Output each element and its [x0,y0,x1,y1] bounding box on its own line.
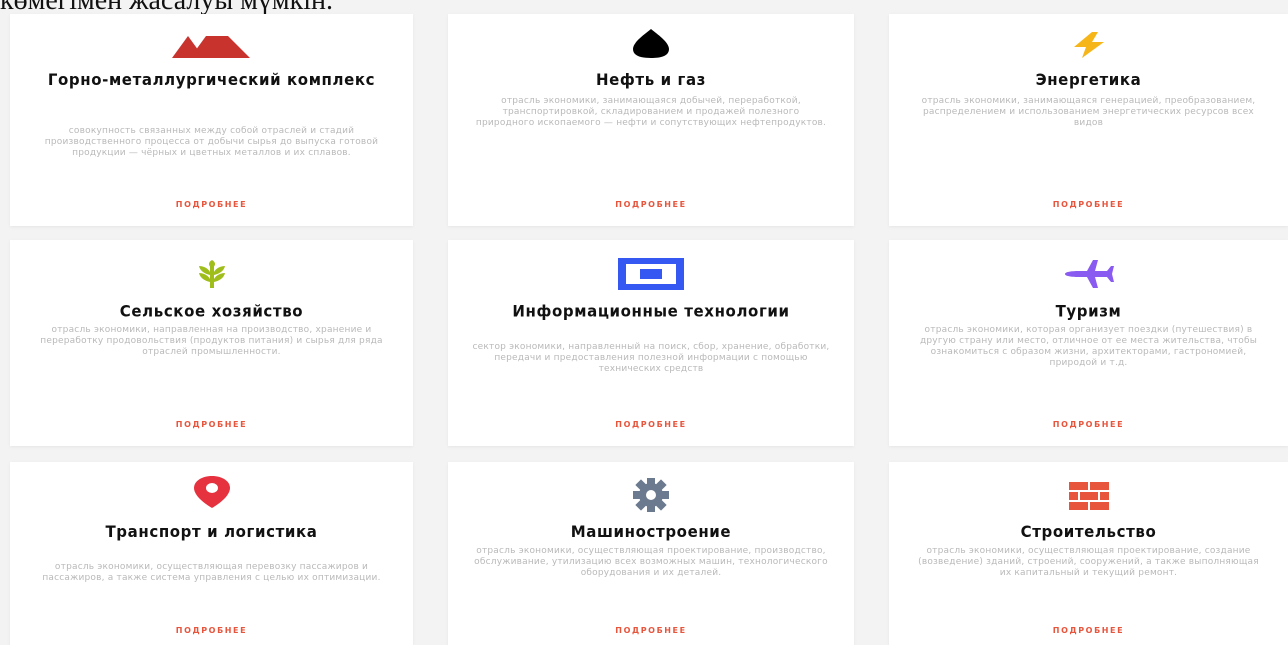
card-title: Транспорт и логистика [105,522,318,542]
more-link[interactable]: ПОДРОБНЕЕ [448,420,854,429]
more-link[interactable]: ПОДРОБНЕЕ [889,626,1288,635]
bricks-icon [1068,482,1109,510]
card-machinery[interactable]: Машиностроение отрасль экономики, осущес… [448,462,854,645]
card-transport[interactable]: Транспорт и логистика отрасль экономики,… [10,462,413,645]
gear-icon [633,478,669,512]
more-link[interactable]: ПОДРОБНЕЕ [889,420,1288,429]
monitor-icon [618,258,684,290]
card-description: отрасль экономики, осуществляющая проект… [474,546,828,578]
card-agriculture[interactable]: Сельское хозяйство отрасль экономики, на… [10,240,413,446]
card-title: Сельское хозяйство [119,301,304,321]
card-energy[interactable]: Энергетика отрасль экономики, занимающая… [889,14,1288,226]
more-link[interactable]: ПОДРОБНЕЕ [10,200,413,209]
card-description: сектор экономики, направленный на поиск,… [472,342,830,374]
card-description: отрасль экономики, направленная на произ… [40,325,383,357]
card-title: Туризм [1055,301,1122,321]
card-title: Энергетика [1035,70,1142,90]
more-link[interactable]: ПОДРОБНЕЕ [889,200,1288,209]
card-description: отрасль экономики, которая организует по… [919,325,1258,368]
oil-drop-icon [633,29,669,58]
card-description: отрасль экономики, осуществляющая проект… [918,546,1259,578]
card-description: отрасль экономики, занимающаяся генераци… [921,96,1256,128]
card-description: отрасль экономики, осуществляющая перево… [42,562,381,583]
more-link[interactable]: ПОДРОБНЕЕ [448,626,854,635]
card-title: Горно-металлургический комплекс [47,70,376,90]
more-link[interactable]: ПОДРОБНЕЕ [10,420,413,429]
card-it[interactable]: Информационные технологии сектор экономи… [448,240,854,446]
card-tourism[interactable]: Туризм отрасль экономики, которая органи… [889,240,1288,446]
more-link[interactable]: ПОДРОБНЕЕ [10,626,413,635]
card-title: Информационные технологии [512,301,790,321]
map-pin-icon [193,476,230,508]
airplane-icon [1064,260,1114,288]
card-title: Машиностроение [570,522,732,542]
wheat-icon [198,260,225,288]
mountains-icon [171,36,250,58]
card-mining[interactable]: Горно-металлургический комплекс совокупн… [10,14,413,226]
card-title: Строительство [1020,522,1157,542]
more-link[interactable]: ПОДРОБНЕЕ [448,200,854,209]
card-description: совокупность связанных между собой отрас… [44,126,379,158]
card-construction[interactable]: Строительство отрасль экономики, осущест… [889,462,1288,645]
card-title: Нефть и газ [595,70,707,90]
card-description: отрасль экономики, занимающаяся добычей,… [475,96,827,128]
card-oil-gas[interactable]: Нефть и газ отрасль экономики, занимающа… [448,14,854,226]
lightning-icon [1073,32,1104,58]
